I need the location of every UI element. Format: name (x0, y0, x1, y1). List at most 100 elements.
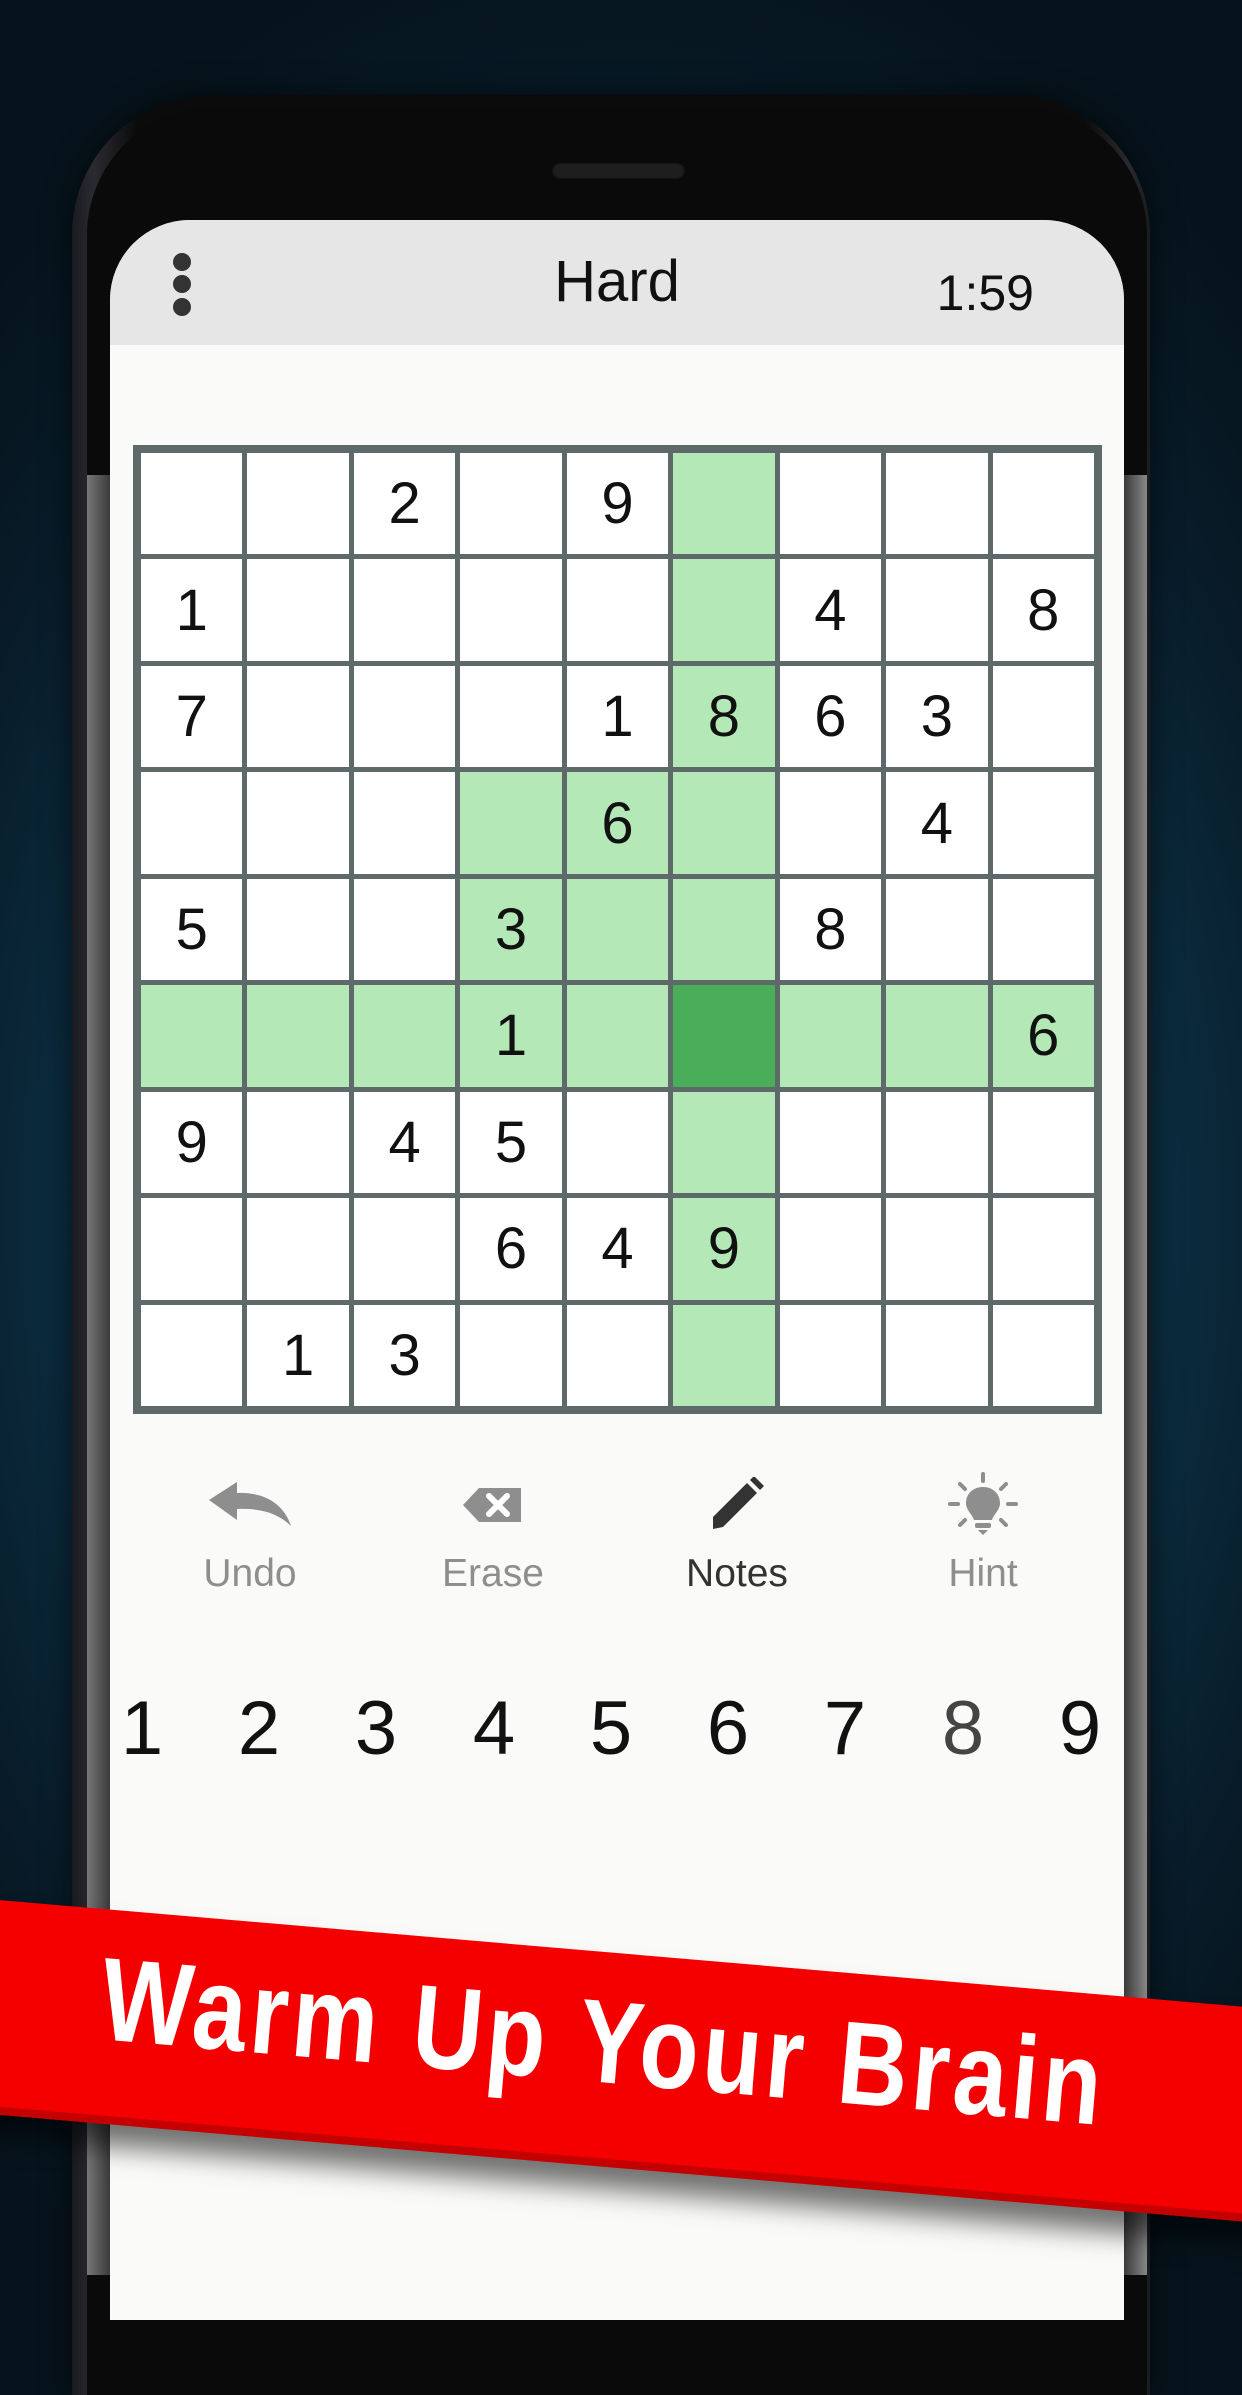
board-cell[interactable] (566, 1304, 669, 1406)
number-key-1[interactable]: 1 (110, 1685, 187, 1772)
board-cell[interactable] (886, 453, 988, 555)
board-cell[interactable] (353, 665, 456, 768)
board-cell[interactable]: 4 (886, 772, 988, 874)
board-cell[interactable] (886, 1091, 988, 1194)
board-cell[interactable]: 2 (353, 453, 456, 555)
board-cell[interactable]: 4 (353, 1091, 456, 1194)
board-cell[interactable] (460, 665, 562, 768)
board-cell[interactable] (353, 559, 456, 661)
number-key-9[interactable]: 9 (1035, 1685, 1124, 1772)
hint-button[interactable]: Hint (883, 1470, 1083, 1596)
board-cell[interactable] (566, 985, 669, 1087)
board-cell[interactable] (886, 559, 988, 661)
board-cell[interactable] (247, 878, 349, 981)
board-cell[interactable] (460, 772, 562, 874)
top-bar: Hard 1:59 (110, 220, 1124, 345)
board-cell[interactable] (673, 985, 775, 1087)
board-cell[interactable]: 8 (779, 878, 882, 981)
board-cell[interactable] (673, 878, 775, 981)
erase-label: Erase (442, 1552, 544, 1595)
board-cell[interactable] (141, 985, 243, 1087)
board-cell[interactable]: 5 (460, 1091, 562, 1194)
board-cell[interactable] (353, 985, 456, 1087)
board-cell[interactable] (460, 453, 562, 555)
erase-button[interactable]: Erase (393, 1470, 593, 1596)
board-cell[interactable] (566, 1091, 669, 1194)
board-cell[interactable]: 8 (992, 559, 1094, 661)
board-cell[interactable] (779, 985, 882, 1087)
board-cell[interactable]: 8 (673, 665, 775, 768)
number-key-2[interactable]: 2 (214, 1685, 304, 1772)
number-key-6[interactable]: 6 (683, 1685, 773, 1772)
board-cell[interactable] (353, 878, 456, 981)
board-cell[interactable] (886, 878, 988, 981)
board-cell[interactable] (141, 453, 243, 555)
board-cell[interactable] (141, 772, 243, 874)
board-cell[interactable]: 4 (566, 1198, 669, 1300)
number-pad: 123456789 (110, 1685, 1124, 1805)
board-cell[interactable] (673, 559, 775, 661)
number-key-8[interactable]: 8 (918, 1685, 1008, 1772)
board-cell[interactable] (247, 1198, 349, 1300)
board-cell[interactable]: 6 (992, 985, 1094, 1087)
undo-label: Undo (203, 1552, 297, 1595)
board-cell[interactable] (886, 1304, 988, 1406)
board-cell[interactable]: 6 (460, 1198, 562, 1300)
board-cell[interactable] (141, 1304, 243, 1406)
board-cell[interactable] (673, 772, 775, 874)
board-cell[interactable]: 1 (247, 1304, 349, 1406)
sudoku-board: 2914871863645381694564913 (133, 445, 1102, 1414)
board-cell[interactable] (673, 453, 775, 555)
board-cell[interactable] (141, 1198, 243, 1300)
board-cell[interactable] (460, 559, 562, 661)
undo-button[interactable]: Undo (150, 1470, 350, 1596)
board-cell[interactable] (460, 1304, 562, 1406)
board-cell[interactable] (247, 559, 349, 661)
board-cell[interactable] (992, 453, 1094, 555)
board-cell[interactable] (779, 453, 882, 555)
notes-label: Notes (686, 1552, 788, 1595)
board-cell[interactable] (779, 1091, 882, 1194)
board-cell[interactable] (992, 1198, 1094, 1300)
board-cell[interactable] (992, 1304, 1094, 1406)
board-cell[interactable]: 9 (673, 1198, 775, 1300)
board-cell[interactable] (886, 1198, 988, 1300)
board-cell[interactable]: 1 (460, 985, 562, 1087)
board-cell[interactable] (992, 878, 1094, 981)
board-cell[interactable] (992, 665, 1094, 768)
board-cell[interactable] (247, 1091, 349, 1194)
board-cell[interactable] (673, 1091, 775, 1194)
number-key-4[interactable]: 4 (449, 1685, 539, 1772)
board-cell[interactable]: 9 (141, 1091, 243, 1194)
board-cell[interactable] (353, 1198, 456, 1300)
board-cell[interactable]: 6 (779, 665, 882, 768)
board-cell[interactable]: 1 (141, 559, 243, 661)
number-key-5[interactable]: 5 (566, 1685, 656, 1772)
board-cell[interactable]: 3 (353, 1304, 456, 1406)
board-cell[interactable]: 3 (460, 878, 562, 981)
board-cell[interactable]: 6 (566, 772, 669, 874)
board-cell[interactable] (779, 772, 882, 874)
board-cell[interactable] (247, 453, 349, 555)
board-cell[interactable] (779, 1198, 882, 1300)
notes-button[interactable]: Notes (637, 1470, 837, 1596)
board-cell[interactable]: 3 (886, 665, 988, 768)
board-cell[interactable] (247, 985, 349, 1087)
board-cell[interactable] (992, 772, 1094, 874)
number-key-3[interactable]: 3 (331, 1685, 421, 1772)
board-cell[interactable] (673, 1304, 775, 1406)
number-key-7[interactable]: 7 (800, 1685, 890, 1772)
board-cell[interactable] (886, 985, 988, 1087)
board-cell[interactable] (779, 1304, 882, 1406)
board-cell[interactable] (992, 1091, 1094, 1194)
board-cell[interactable]: 9 (566, 453, 669, 555)
board-cell[interactable] (247, 665, 349, 768)
board-cell[interactable]: 5 (141, 878, 243, 981)
board-cell[interactable]: 1 (566, 665, 669, 768)
board-cell[interactable] (247, 772, 349, 874)
board-cell[interactable] (566, 878, 669, 981)
board-cell[interactable]: 7 (141, 665, 243, 768)
board-cell[interactable] (566, 559, 669, 661)
board-cell[interactable]: 4 (779, 559, 882, 661)
board-cell[interactable] (353, 772, 456, 874)
